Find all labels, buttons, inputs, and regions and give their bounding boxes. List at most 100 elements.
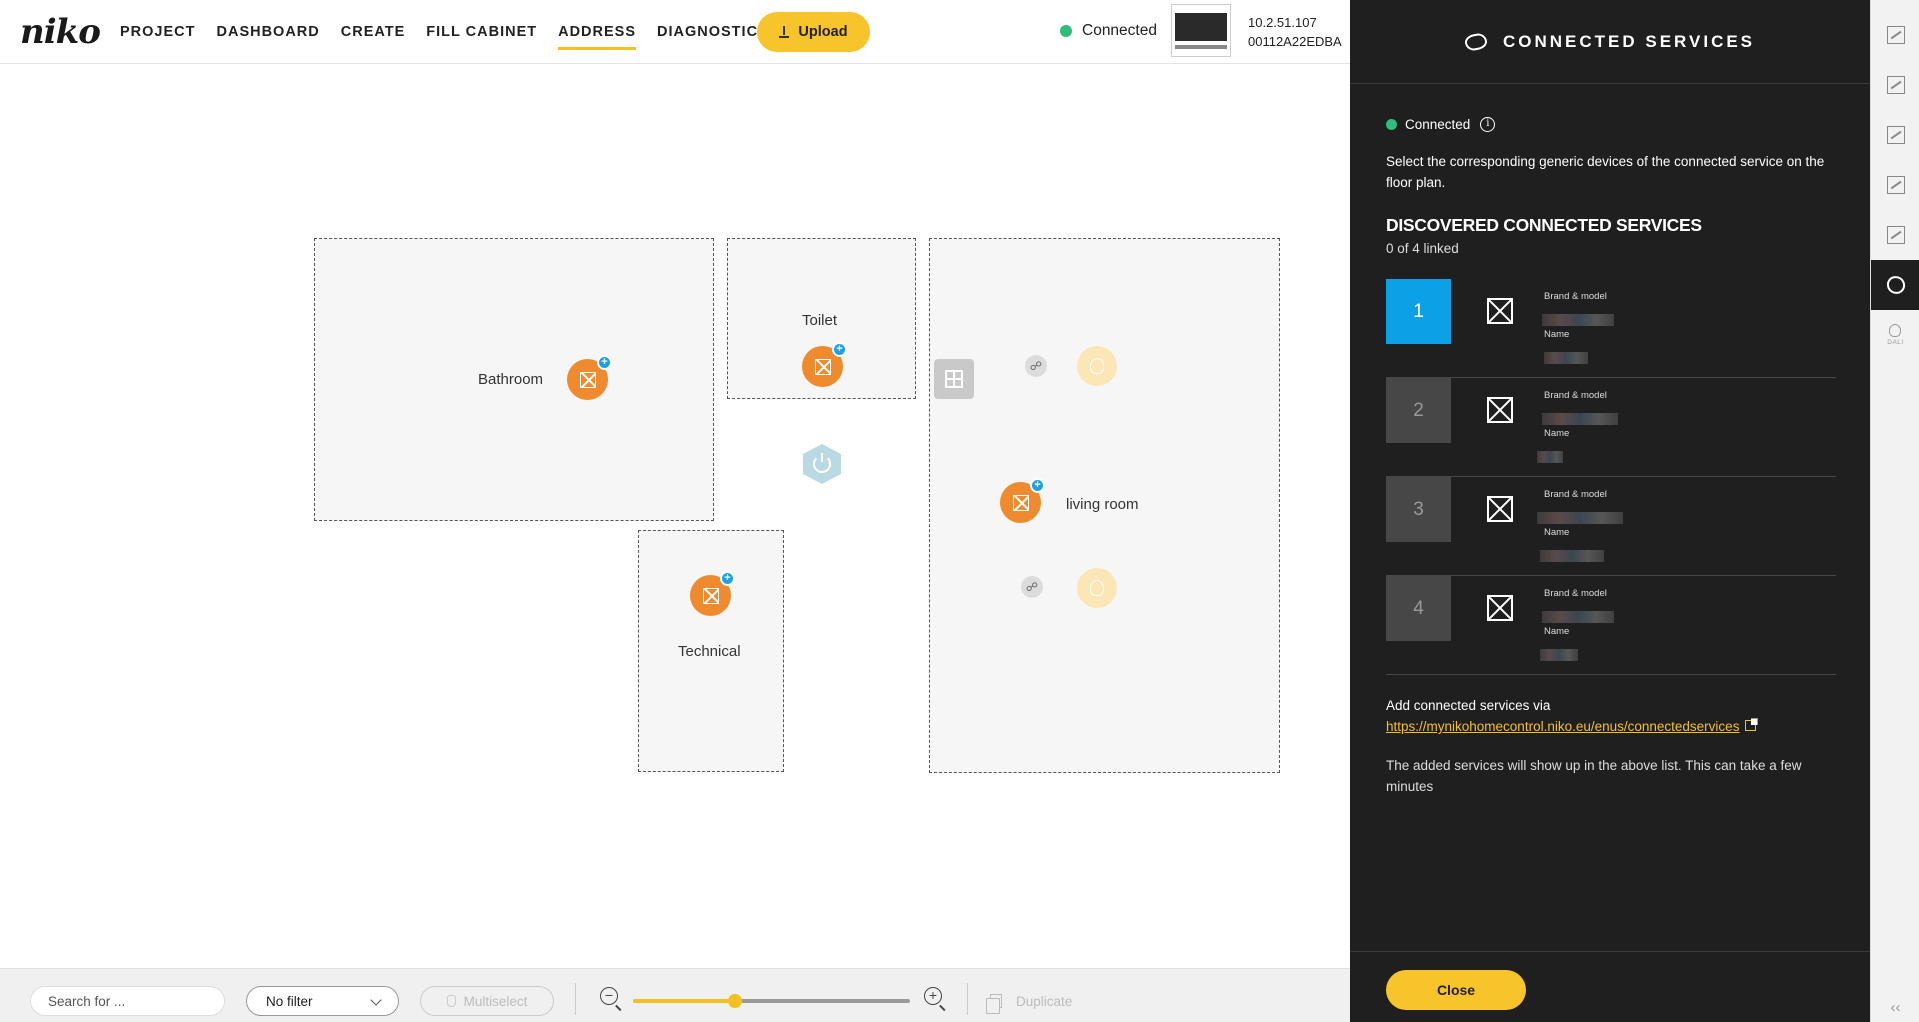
nav-project[interactable]: PROJECT xyxy=(120,0,196,64)
controller-info: 10.2.51.107 00112A22EDBA xyxy=(1248,13,1342,51)
redacted-brand-value xyxy=(1542,611,1614,623)
rail-floorplan-icon[interactable] xyxy=(1871,10,1919,60)
brand-model-label: Brand & model xyxy=(1544,291,1607,302)
brand-model-label: Brand & model xyxy=(1544,588,1607,599)
generic-device-technical[interactable]: + xyxy=(690,571,735,616)
room-technical[interactable]: Technical + xyxy=(638,530,784,772)
floorplan-canvas[interactable]: Bathroom + Toilet + Technical + living r… xyxy=(0,65,1350,968)
nav-dashboard[interactable]: DASHBOARD xyxy=(217,0,320,64)
rail-map-icon[interactable] xyxy=(1871,210,1919,260)
service-row[interactable]: 3 Brand & model Name xyxy=(1386,477,1836,576)
light-device-2[interactable] xyxy=(1077,568,1117,608)
upload-label: Upload xyxy=(798,24,848,40)
zoom-slider[interactable] xyxy=(633,994,910,1008)
upload-button[interactable]: Upload xyxy=(757,12,870,52)
generic-device-icon xyxy=(1487,298,1513,324)
service-number[interactable]: 3 xyxy=(1386,477,1451,542)
generic-device-living-room[interactable]: + xyxy=(1000,478,1045,523)
bulb-icon xyxy=(1090,358,1104,374)
niko-logo[interactable]: niko xyxy=(20,12,101,52)
nav-address[interactable]: ADDRESS xyxy=(558,0,636,64)
service-row[interactable]: 2 Brand & model Name xyxy=(1386,378,1836,477)
rail-edit-icon[interactable] xyxy=(1871,160,1919,210)
multiselect-button[interactable]: Multiselect xyxy=(420,986,554,1016)
handshake-icon xyxy=(1463,31,1489,52)
generic-device-bathroom[interactable]: + xyxy=(567,355,612,400)
redacted-name-value xyxy=(1540,649,1578,661)
bottom-toolbar: No filter Multiselect − + Duplicate xyxy=(0,968,1350,1022)
dali-icon: DALI xyxy=(1887,324,1903,346)
nav-fill-cabinet[interactable]: FILL CABINET xyxy=(426,0,537,64)
add-badge-icon: + xyxy=(597,355,612,370)
info-icon[interactable]: i xyxy=(1480,117,1496,132)
room-living-room[interactable]: living room + ☍ ☍ xyxy=(929,238,1280,773)
generic-device-icon xyxy=(1487,595,1513,621)
service-row[interactable]: 4 Brand & model Name xyxy=(1386,576,1836,675)
power-device[interactable] xyxy=(803,444,841,484)
link-device-2[interactable]: ☍ xyxy=(1021,576,1043,598)
dali-label: DALI xyxy=(1887,339,1904,346)
service-row[interactable]: 1 Brand & model Name xyxy=(1386,279,1836,378)
status-dot-icon xyxy=(1060,25,1072,37)
rail-dali-icon[interactable]: DALI xyxy=(1871,310,1919,360)
link-device-1[interactable]: ☍ xyxy=(1025,355,1047,377)
window-icon xyxy=(945,370,963,388)
handshake-icon xyxy=(1884,274,1907,296)
zoom-in-icon[interactable]: + xyxy=(924,987,942,1005)
close-button[interactable]: Close xyxy=(1386,970,1526,1010)
dali-bulb-icon xyxy=(1889,324,1902,337)
controller-mac: 00112A22EDBA xyxy=(1248,34,1342,49)
main-nav: PROJECT DASHBOARD CREATE FILL CABINET AD… xyxy=(120,0,807,64)
room-label-living-room: living room xyxy=(1066,496,1139,513)
add-services-text: Add connected services via xyxy=(1386,698,1551,713)
room-label-technical: Technical xyxy=(678,643,741,660)
external-link-icon xyxy=(1745,718,1759,731)
service-number[interactable]: 2 xyxy=(1386,378,1451,443)
toolbar-divider xyxy=(967,983,968,1015)
connection-status: Connected xyxy=(1060,22,1157,40)
name-label: Name xyxy=(1544,626,1570,637)
search-input[interactable] xyxy=(30,986,225,1016)
rail-touch-icon[interactable] xyxy=(1871,110,1919,160)
controller-thumbnail[interactable] xyxy=(1171,4,1231,57)
generic-device-icon xyxy=(1487,496,1513,522)
power-icon xyxy=(813,453,831,473)
generic-device-toilet[interactable]: + xyxy=(802,342,847,387)
room-bathroom[interactable]: Bathroom + xyxy=(314,238,714,521)
chevron-down-icon xyxy=(370,994,382,1006)
duplicate-label: Duplicate xyxy=(1016,993,1073,1009)
light-device-1[interactable] xyxy=(1077,346,1117,386)
name-label: Name xyxy=(1544,527,1570,538)
zoom-slider-thumb[interactable] xyxy=(728,994,743,1008)
generic-device-icon xyxy=(702,587,719,604)
brand-model-label: Brand & model xyxy=(1544,390,1607,401)
panel-header: CONNECTED SERVICES xyxy=(1350,0,1870,84)
add-badge-icon: + xyxy=(720,571,735,586)
panel-footer: Close xyxy=(1350,951,1870,1022)
rail-connected-services-icon[interactable] xyxy=(1871,260,1919,310)
zoom-out-icon[interactable]: − xyxy=(600,987,618,1005)
panel-description: Select the corresponding generic devices… xyxy=(1386,154,1825,190)
duplicate-button[interactable]: Duplicate xyxy=(986,986,1073,1016)
rail-layer-icon[interactable] xyxy=(1871,60,1919,110)
name-label: Name xyxy=(1544,428,1570,439)
nav-dashboard-label: DASHBOARD xyxy=(216,24,320,40)
window-device[interactable] xyxy=(934,359,974,399)
room-toilet[interactable]: Toilet + xyxy=(727,238,916,399)
nav-diagnostics-label: DIAGNOSTICS xyxy=(657,24,769,40)
filter-select[interactable]: No filter xyxy=(246,986,399,1016)
service-number[interactable]: 1 xyxy=(1386,279,1451,344)
add-badge-icon: + xyxy=(832,342,847,357)
service-number[interactable]: 4 xyxy=(1386,576,1451,641)
layer-icon xyxy=(1886,76,1905,94)
redacted-brand-value xyxy=(1542,314,1614,326)
collapse-panel-icon[interactable]: ‹‹ xyxy=(1871,999,1919,1016)
connected-services-link[interactable]: https://mynikohomecontrol.niko.eu/enus/c… xyxy=(1386,716,1759,737)
redacted-brand-value xyxy=(1542,413,1618,425)
bulb-icon xyxy=(1090,580,1104,596)
services-note: The added services will show up in the a… xyxy=(1386,758,1802,794)
connected-services-url[interactable]: https://mynikohomecontrol.niko.eu/enus/c… xyxy=(1386,719,1739,734)
nav-create[interactable]: CREATE xyxy=(341,0,406,64)
brand-model-label: Brand & model xyxy=(1544,489,1607,500)
room-label-bathroom: Bathroom xyxy=(478,371,544,388)
